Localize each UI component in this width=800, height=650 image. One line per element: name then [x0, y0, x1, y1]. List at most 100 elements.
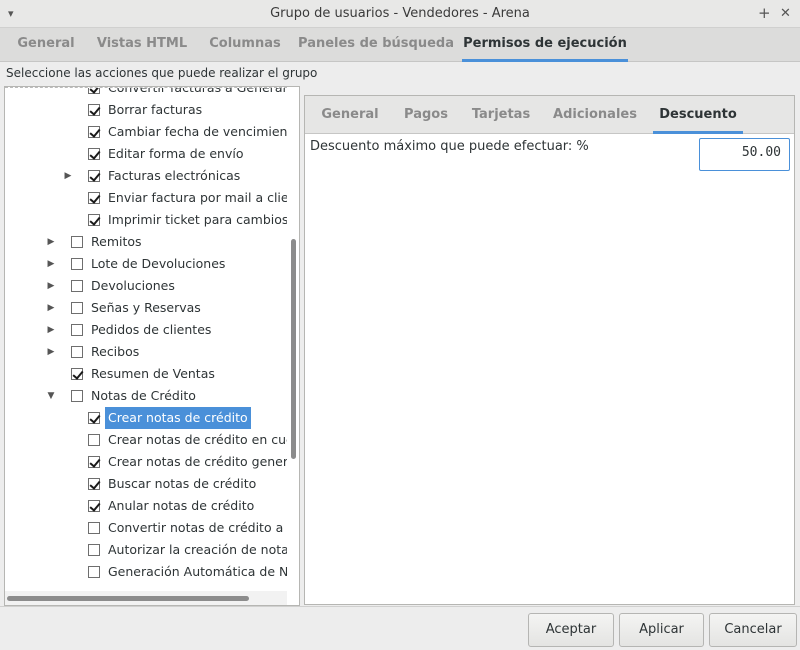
permission-label: Borrar facturas: [108, 102, 203, 117]
tree-row[interactable]: Anular notas de crédito: [5, 495, 287, 517]
permission-label: Generación Automática de Nota: [108, 564, 287, 579]
permission-label: Devoluciones: [91, 278, 175, 293]
permission-checkbox[interactable]: [88, 456, 100, 468]
expander-closed-icon[interactable]: ▶: [45, 231, 57, 253]
permission-checkbox[interactable]: [88, 412, 100, 424]
close-icon[interactable]: ✕: [780, 6, 791, 21]
permission-checkbox[interactable]: [88, 500, 100, 512]
sub-tabs: General Pagos Tarjetas Adicionales Descu…: [305, 96, 794, 134]
tab-columnas[interactable]: Columnas: [200, 28, 290, 62]
tab-permisos-ejecucion[interactable]: Permisos de ejecución: [462, 28, 628, 62]
tree-horizontal-scroll-thumb[interactable]: [7, 596, 249, 601]
tree-row[interactable]: ▶ Remitos: [5, 231, 287, 253]
permission-label: Crear notas de crédito generale: [108, 454, 287, 469]
permission-checkbox[interactable]: [88, 148, 100, 160]
tab-vistas-html[interactable]: Vistas HTML: [90, 28, 194, 62]
permissions-tree: Convertir facturas a General Borrar factu…: [5, 87, 287, 589]
permission-checkbox[interactable]: [88, 478, 100, 490]
tree-row[interactable]: Editar forma de envío: [5, 143, 287, 165]
permission-checkbox[interactable]: [88, 88, 100, 94]
tree-row[interactable]: Cambiar fecha de vencimiento d: [5, 121, 287, 143]
tree-row[interactable]: Borrar facturas: [5, 99, 287, 121]
permission-checkbox[interactable]: [71, 346, 83, 358]
tree-row[interactable]: Autorizar la creación de notas d: [5, 539, 287, 561]
tree-row[interactable]: Crear notas de crédito generale: [5, 451, 287, 473]
tree-row[interactable]: Convertir facturas a General: [5, 87, 287, 99]
expander-closed-icon[interactable]: ▶: [45, 253, 57, 275]
permission-checkbox[interactable]: [88, 544, 100, 556]
tree-vertical-scroll-thumb[interactable]: [291, 239, 296, 459]
tree-row[interactable]: Crear notas de crédito en cuent: [5, 429, 287, 451]
tab-general[interactable]: General: [8, 28, 84, 62]
tree-vertical-scrollbar[interactable]: [288, 89, 298, 589]
expander-closed-icon[interactable]: ▶: [45, 341, 57, 363]
permission-label: Crear notas de crédito en cuent: [108, 432, 287, 447]
subtab-general[interactable]: General: [315, 96, 385, 134]
expander-closed-icon[interactable]: ▶: [45, 297, 57, 319]
expander-closed-icon[interactable]: ▶: [62, 165, 74, 187]
permission-checkbox[interactable]: [71, 258, 83, 270]
permission-checkbox[interactable]: [71, 324, 83, 336]
permission-checkbox[interactable]: [88, 192, 100, 204]
window-title: Grupo de usuarios - Vendedores - Arena: [270, 6, 530, 21]
permission-checkbox[interactable]: [88, 104, 100, 116]
tree-row[interactable]: ▶ Lote de Devoluciones: [5, 253, 287, 275]
discount-label: Descuento máximo que puede efectuar: %: [310, 139, 589, 154]
subtab-descuento[interactable]: Descuento: [653, 96, 743, 134]
tree-row[interactable]: Resumen de Ventas: [5, 363, 287, 385]
subtab-tarjetas[interactable]: Tarjetas: [467, 96, 535, 134]
permission-label: Convertir facturas a General: [108, 87, 286, 95]
permission-label: Enviar factura por mail a cliente: [108, 190, 287, 205]
permission-label: Señas y Reservas: [91, 300, 201, 315]
expander-closed-icon[interactable]: ▶: [45, 275, 57, 297]
cancel-button[interactable]: Cancelar: [709, 613, 797, 647]
permission-label: Buscar notas de crédito: [108, 476, 257, 491]
apply-button[interactable]: Aplicar: [619, 613, 704, 647]
tree-row[interactable]: Convertir notas de crédito a Ge: [5, 517, 287, 539]
tree-row[interactable]: Buscar notas de crédito: [5, 473, 287, 495]
maximize-icon[interactable]: +: [758, 4, 771, 22]
permission-checkbox[interactable]: [71, 236, 83, 248]
permission-checkbox[interactable]: [71, 390, 83, 402]
permission-checkbox[interactable]: [88, 126, 100, 138]
permission-checkbox[interactable]: [88, 522, 100, 534]
permission-label: Crear notas de crédito: [105, 407, 251, 429]
tree-row[interactable]: Enviar factura por mail a cliente: [5, 187, 287, 209]
permission-label: Anular notas de crédito: [108, 498, 255, 513]
permission-label: Imprimir ticket para cambios (re: [108, 212, 287, 227]
permission-checkbox[interactable]: [71, 302, 83, 314]
tree-row[interactable]: ▼ Notas de Crédito: [5, 385, 287, 407]
tree-row[interactable]: Crear notas de crédito: [5, 407, 287, 429]
title-bar: ▾ Grupo de usuarios - Vendedores - Arena…: [0, 0, 800, 28]
tree-row[interactable]: ▶ Pedidos de clientes: [5, 319, 287, 341]
tree-row[interactable]: ▶ Devoluciones: [5, 275, 287, 297]
tree-row[interactable]: Imprimir ticket para cambios (re: [5, 209, 287, 231]
tree-row[interactable]: ▶ Señas y Reservas: [5, 297, 287, 319]
permission-label: Notas de Crédito: [91, 388, 196, 403]
permission-checkbox[interactable]: [88, 170, 100, 182]
permission-label: Recibos: [91, 344, 140, 359]
permission-label: Facturas electrónicas: [108, 168, 241, 183]
expander-open-icon[interactable]: ▼: [45, 385, 57, 407]
tab-paneles-busqueda[interactable]: Paneles de búsqueda: [296, 28, 456, 62]
tree-row[interactable]: Generación Automática de Nota: [5, 561, 287, 583]
permission-checkbox[interactable]: [88, 214, 100, 226]
permission-checkbox[interactable]: [88, 566, 100, 578]
permission-checkbox[interactable]: [71, 368, 83, 380]
discount-input[interactable]: 50.00: [699, 138, 790, 171]
accept-button[interactable]: Aceptar: [528, 613, 614, 647]
expander-closed-icon[interactable]: ▶: [45, 319, 57, 341]
dialog-footer: Aceptar Aplicar Cancelar: [0, 606, 800, 650]
permission-details-panel: General Pagos Tarjetas Adicionales Descu…: [304, 95, 795, 605]
subtab-pagos[interactable]: Pagos: [395, 96, 457, 134]
permission-checkbox[interactable]: [88, 434, 100, 446]
tree-row[interactable]: ▶ Recibos: [5, 341, 287, 363]
permission-checkbox[interactable]: [71, 280, 83, 292]
tree-horizontal-scrollbar[interactable]: [5, 591, 287, 605]
permissions-tree-panel: Convertir facturas a General Borrar factu…: [4, 86, 300, 606]
permission-label: Pedidos de clientes: [91, 322, 212, 337]
permission-label: Cambiar fecha de vencimiento d: [108, 124, 287, 139]
permission-label: Remitos: [91, 234, 142, 249]
subtab-adicionales[interactable]: Adicionales: [547, 96, 643, 134]
tree-row[interactable]: ▶ Facturas electrónicas: [5, 165, 287, 187]
